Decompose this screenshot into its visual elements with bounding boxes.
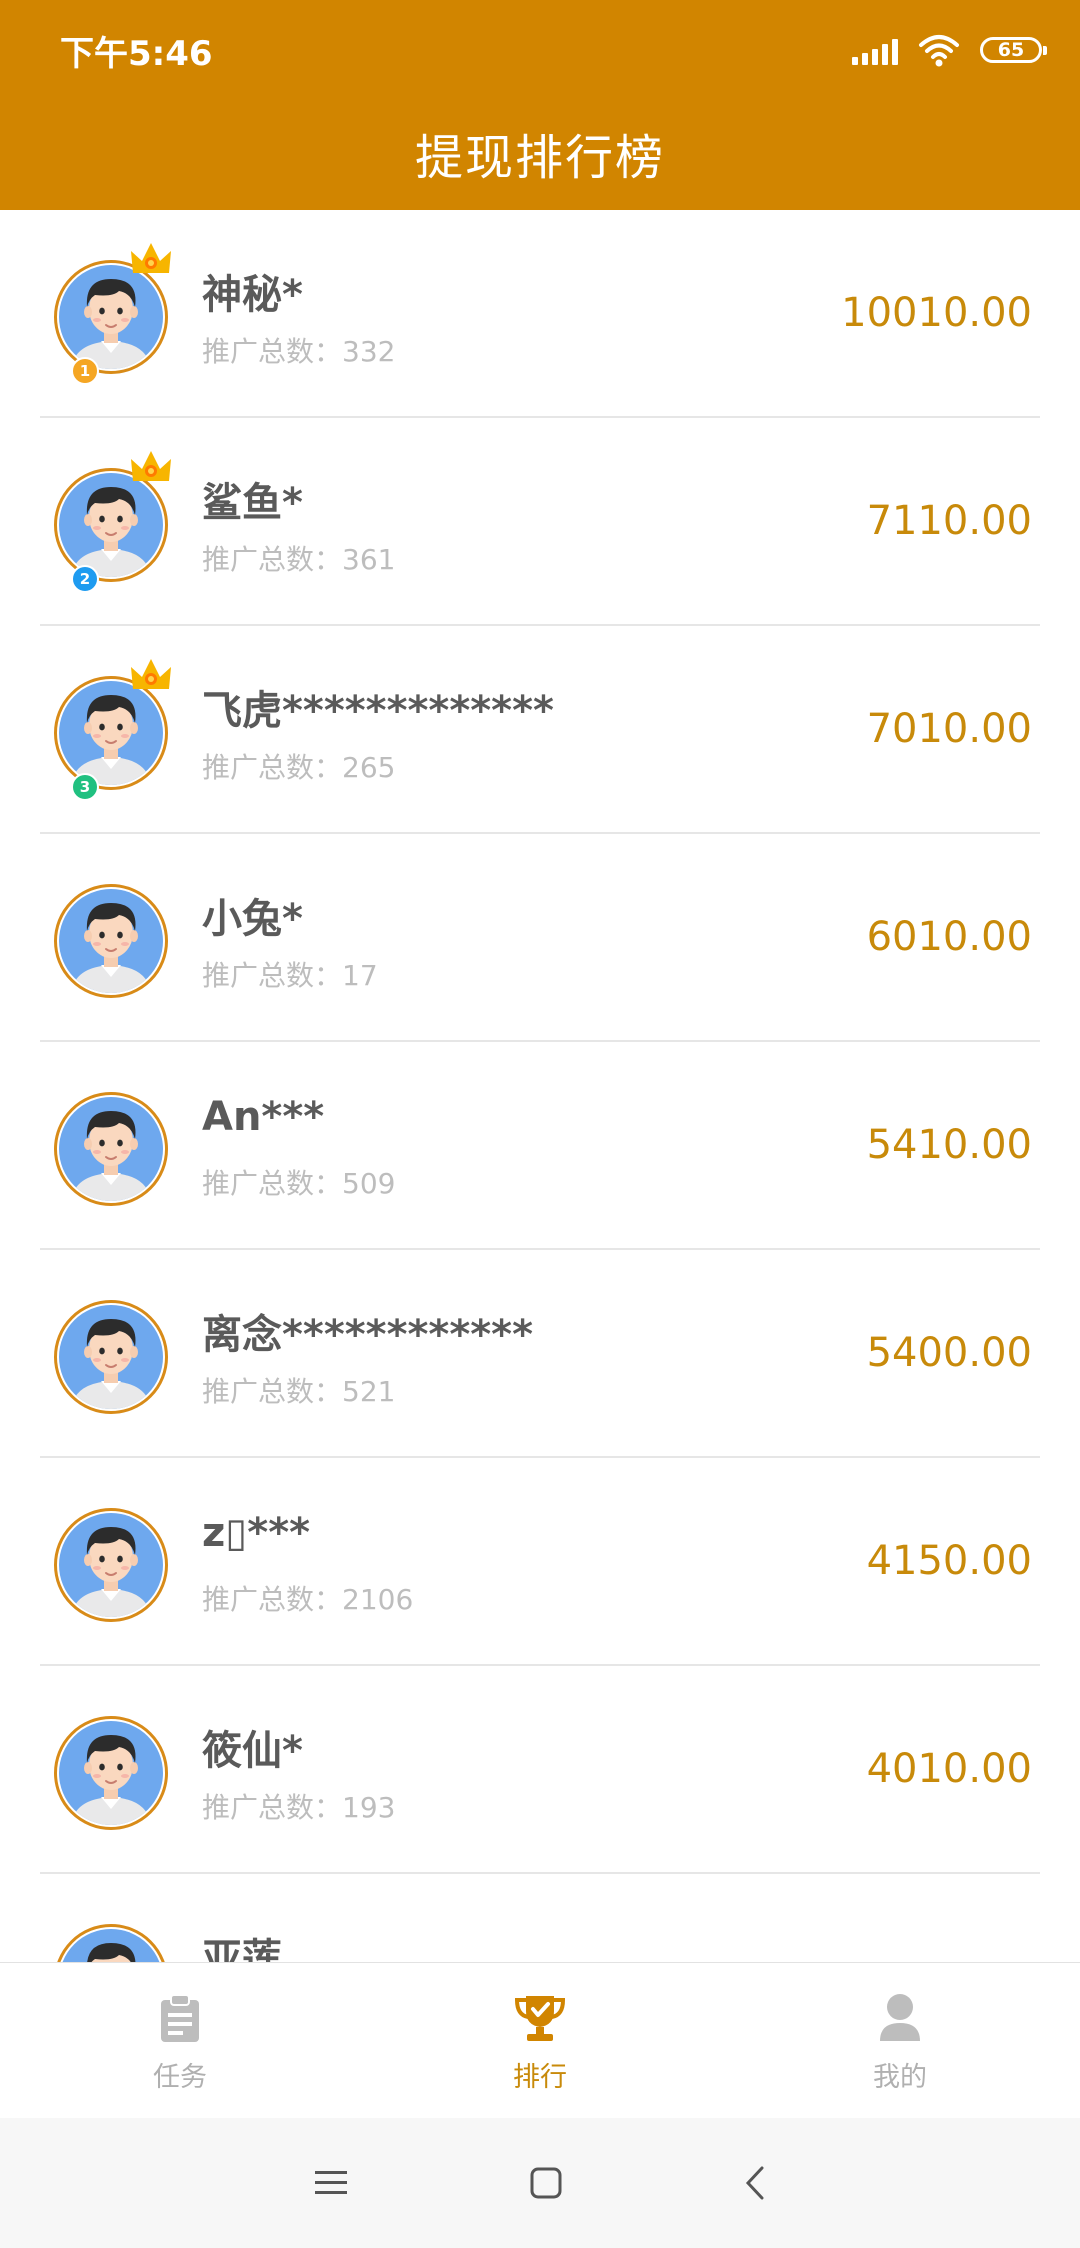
withdraw-amount: 7010.00 (866, 706, 1032, 752)
avatar (54, 1924, 168, 1962)
promotion-value: 521 (342, 1375, 396, 1408)
user-name: 离念************ (202, 1312, 534, 1358)
promotion-value: 2106 (342, 1583, 414, 1616)
tab-label-ranking: 排行 (513, 2062, 567, 2093)
promotion-count: 推广总数：193 (202, 1786, 395, 1826)
battery-level: 65 (997, 39, 1025, 61)
avatar (54, 1092, 168, 1206)
promotion-label: 推广总数： (202, 751, 343, 784)
rank-badge: 3 (71, 773, 99, 801)
promotion-label: 推广总数： (202, 335, 343, 368)
avatar-illustration (59, 1513, 163, 1617)
signal-icon (852, 35, 898, 65)
crown-icon (131, 243, 171, 273)
promotion-label: 推广总数： (202, 543, 343, 576)
promotion-value: 332 (342, 335, 396, 368)
wifi-icon (919, 35, 959, 67)
promotion-count: 推广总数：521 (202, 1370, 395, 1410)
user-name: 小兔* (202, 896, 303, 942)
battery-icon: 65 (980, 37, 1047, 63)
tab-tasks[interactable]: 任务 (0, 1963, 360, 2119)
tab-ranking[interactable]: 排行 (360, 1963, 720, 2119)
rank-badge: 2 (71, 565, 99, 593)
promotion-count: 推广总数：2106 (202, 1578, 413, 1618)
list-item[interactable]: 2 鲨鱼* 推广总数：361 7110.00 (0, 418, 1080, 626)
avatar: 1 (54, 243, 171, 385)
promotion-label: 推广总数： (202, 959, 343, 992)
person-icon (880, 1994, 920, 2041)
list-item[interactable]: 3 飞虎************* 推广总数：265 7010.00 (0, 626, 1080, 834)
withdraw-amount: 4150.00 (866, 1538, 1032, 1584)
withdraw-amount: 4010.00 (866, 1746, 1032, 1792)
user-name: An*** (202, 1094, 325, 1140)
avatar: 2 (54, 451, 171, 593)
avatar-illustration (59, 1305, 163, 1409)
rank-badge: 1 (71, 357, 99, 385)
avatar-illustration (59, 681, 163, 785)
list-item[interactable]: An*** 推广总数：509 5410.00 (0, 1042, 1080, 1250)
promotion-value: 265 (342, 751, 396, 784)
promotion-count: 推广总数：265 (202, 746, 395, 786)
system-nav-bar (0, 2118, 1080, 2248)
promotion-label: 推广总数： (202, 1791, 343, 1824)
withdraw-amount: 10010.00 (841, 290, 1032, 336)
promotion-value: 509 (342, 1167, 396, 1200)
avatar-illustration (59, 1929, 163, 1962)
bottom-tab-bar: 任务 排行 我的 (0, 1962, 1080, 2119)
crown-icon (131, 451, 171, 481)
crown-icon (131, 659, 171, 689)
promotion-label: 推广总数： (202, 1583, 343, 1616)
withdraw-amount: 5410.00 (866, 1122, 1032, 1168)
avatar-illustration (59, 889, 163, 993)
withdraw-amount: 6010.00 (866, 914, 1032, 960)
menu-icon[interactable] (313, 2168, 349, 2198)
list-item[interactable]: 小兔* 推广总数：17 6010.00 (0, 834, 1080, 1042)
list-item[interactable]: 亚莲 (0, 1874, 1080, 1962)
promotion-count: 推广总数：509 (202, 1162, 395, 1202)
back-icon[interactable] (743, 2165, 767, 2201)
user-name: z▯*** (202, 1510, 311, 1556)
avatar-illustration (59, 1097, 163, 1201)
promotion-value: 193 (342, 1791, 396, 1824)
promotion-count: 推广总数：332 (202, 330, 395, 370)
user-name: 飞虎************* (202, 688, 554, 734)
promotion-value: 361 (342, 543, 396, 576)
user-name: 神秘* (202, 272, 303, 318)
clipboard-icon (161, 1994, 199, 2042)
status-icons: 65 (852, 30, 1047, 70)
list-item[interactable]: z▯*** 推广总数：2106 4150.00 (0, 1458, 1080, 1666)
avatar: 3 (54, 659, 171, 801)
list-item[interactable]: 筱仙* 推广总数：193 4010.00 (0, 1666, 1080, 1874)
tab-label-profile: 我的 (873, 2062, 927, 2093)
promotion-label: 推广总数： (202, 1375, 343, 1408)
promotion-value: 17 (342, 959, 378, 992)
promotion-count: 推广总数：361 (202, 538, 395, 578)
list-item[interactable]: 离念************ 推广总数：521 5400.00 (0, 1250, 1080, 1458)
page-title: 提现排行榜 (414, 130, 665, 186)
avatar (54, 884, 168, 998)
avatar (54, 1300, 168, 1414)
user-name: 筱仙* (202, 1728, 303, 1774)
list-item[interactable]: 1 神秘* 推广总数：332 10010.00 (0, 210, 1080, 418)
trophy-icon (514, 1996, 566, 2041)
avatar (54, 1508, 168, 1622)
user-name: 鲨鱼* (202, 480, 303, 526)
avatar (54, 1716, 168, 1830)
home-icon[interactable] (529, 2166, 563, 2200)
user-name: 亚莲 (202, 1936, 282, 1962)
ranking-list[interactable]: 1 神秘* 推广总数：332 10010.00 2 鲨鱼* 推广总数：361 7110.00 3… (0, 210, 1080, 1962)
tab-profile[interactable]: 我的 (720, 1963, 1080, 2119)
avatar-illustration (59, 473, 163, 577)
withdraw-amount: 5400.00 (866, 1330, 1032, 1376)
status-time: 下午5:46 (60, 34, 213, 74)
promotion-count: 推广总数：17 (202, 954, 378, 994)
avatar-illustration (59, 1721, 163, 1825)
tab-label-tasks: 任务 (153, 2062, 207, 2093)
promotion-label: 推广总数： (202, 1167, 343, 1200)
app-header: 下午5:46 65 提现排行榜 (0, 0, 1080, 210)
withdraw-amount: 7110.00 (866, 498, 1032, 544)
avatar-illustration (59, 265, 163, 369)
